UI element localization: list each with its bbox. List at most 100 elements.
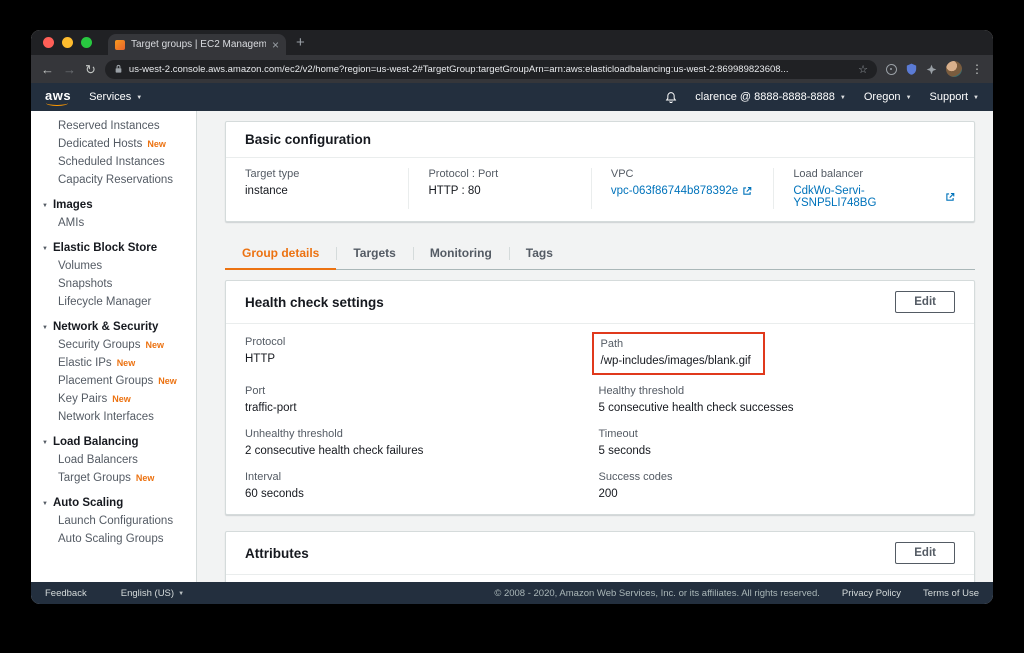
sidebar-item-label: Network Interfaces (58, 411, 154, 423)
field-label: Path (600, 338, 624, 350)
field-value: vpc-063f86744b878392e (611, 185, 754, 197)
field-label: Protocol (245, 336, 286, 348)
sidebar-item[interactable]: Volumes (31, 257, 196, 275)
section-caret-icon: ▼ (42, 325, 48, 331)
sidebar-item[interactable]: ▼ Auto Scaling (31, 494, 196, 512)
field-highlight-box: Success codes 200 (599, 471, 673, 500)
sidebar-item-label: Launch Configurations (58, 515, 174, 527)
external-link-icon[interactable] (945, 192, 955, 202)
account-menu[interactable]: clarence @ 8888-8888-8888 ▼ (695, 91, 846, 103)
basic-configuration-fields: Target type instance Protocol : Port HTT… (226, 158, 974, 221)
sidebar-item[interactable]: Launch Configurations (31, 512, 196, 530)
section-caret-icon: ▼ (42, 246, 48, 252)
terms-of-use-link[interactable]: Terms of Use (923, 588, 979, 599)
sidebar-item[interactable]: Auto Scaling Groups (31, 530, 196, 548)
sidebar-item-label: Auto Scaling (52, 497, 124, 509)
window-close-button[interactable] (43, 37, 54, 48)
new-tab-button[interactable]: + (296, 34, 305, 51)
sidebar-item[interactable]: Network Interfaces (31, 408, 196, 426)
sidebar-item[interactable]: Reserved Instances (31, 117, 196, 135)
field-value: instance (245, 185, 389, 197)
extension-icon-2[interactable] (926, 64, 937, 75)
sidebar-item[interactable]: AMIs (31, 214, 196, 232)
sidebar-item[interactable]: Load Balancers (31, 451, 196, 469)
sidebar-item-label: Elastic Block Store (52, 242, 158, 254)
back-icon[interactable]: ← (41, 63, 54, 76)
address-bar[interactable]: us-west-2.console.aws.amazon.com/ec2/v2/… (104, 59, 877, 79)
support-menu[interactable]: Support ▼ (930, 91, 979, 103)
sidebar-item-label: Auto Scaling Groups (58, 533, 164, 545)
edit-attributes-button[interactable]: Edit (895, 542, 955, 564)
tab[interactable]: Tags (508, 238, 570, 269)
window-fullscreen-button[interactable] (81, 37, 92, 48)
support-label: Support (929, 91, 969, 103)
field-label: Timeout (598, 428, 638, 440)
browser-menu-icon[interactable]: ⋮ (971, 63, 983, 75)
shield-extension-icon[interactable] (906, 63, 917, 75)
sidebar-item[interactable]: Security Groups New (31, 336, 196, 354)
sidebar-item[interactable]: ▼ Images (31, 196, 196, 214)
new-badge: New (158, 376, 177, 386)
field-value: 60 seconds (245, 488, 304, 500)
sidebar-item[interactable]: Capacity Reservations (31, 171, 196, 189)
basic-configuration-header: Basic configuration (226, 122, 974, 158)
tab[interactable]: Targets (336, 238, 412, 269)
health-check-field: Healthy threshold 5 consecutive health c… (599, 385, 956, 416)
tab-title: Target groups | EC2 Managem... (131, 39, 266, 50)
field-value-text[interactable]: CdkWo-Servi-YSNP5LI748BG (793, 185, 941, 209)
health-check-field: Timeout 5 seconds (599, 428, 956, 459)
new-badge: New (145, 340, 164, 350)
window-minimize-button[interactable] (62, 37, 73, 48)
language-selector[interactable]: English (US) ▼ (121, 588, 184, 599)
field-value: /wp-includes/images/blank.gif (600, 355, 751, 367)
section-caret-icon: ▼ (42, 501, 48, 507)
browser-tab-strip: Target groups | EC2 Managem... × + (31, 30, 993, 55)
profile-avatar[interactable] (946, 61, 962, 77)
caret-down-icon: ▼ (136, 94, 143, 101)
sidebar-item[interactable]: Placement Groups New (31, 372, 196, 390)
caret-down-icon: ▼ (973, 94, 979, 101)
sidebar-item[interactable]: ▼ Network & Security (31, 318, 196, 336)
sidebar-item[interactable]: ▼ Load Balancing (31, 433, 196, 451)
sidebar-item[interactable]: ▼ Elastic Block Store (31, 239, 196, 257)
tab-close-icon[interactable]: × (272, 39, 279, 51)
edit-health-check-button[interactable]: Edit (895, 291, 955, 313)
caret-down-icon: ▼ (839, 94, 846, 101)
sidebar-item-label: Security Groups (58, 339, 141, 351)
region-menu[interactable]: Oregon ▼ (864, 91, 912, 103)
field-value: 5 consecutive health check successes (598, 402, 794, 414)
sidebar-item-label: Load Balancing (52, 436, 139, 448)
sidebar-item[interactable]: Lifecycle Manager (31, 293, 196, 311)
sidebar-item[interactable]: Key Pairs New (31, 390, 196, 408)
forward-icon[interactable]: → (63, 63, 76, 76)
extension-icon[interactable] (886, 63, 897, 75)
attributes-title: Attributes (245, 545, 309, 561)
sidebar-item[interactable]: Elastic IPs New (31, 354, 196, 372)
field-value-text[interactable]: vpc-063f86744b878392e (611, 185, 738, 197)
account-label: clarence @ 8888-8888-8888 (695, 91, 835, 103)
feedback-button[interactable]: Feedback (45, 588, 87, 599)
browser-tab[interactable]: Target groups | EC2 Managem... × (108, 34, 286, 55)
tab[interactable]: Group details (225, 238, 337, 270)
field-highlight-box: Protocol HTTP (245, 336, 285, 365)
field-value: 5 seconds (598, 445, 651, 457)
new-badge: New (147, 139, 166, 149)
bookmark-star-icon[interactable]: ☆ (858, 63, 868, 76)
config-field: Target type instance (226, 168, 408, 209)
sidebar-item[interactable]: Snapshots (31, 275, 196, 293)
field-value: HTTP : 80 (428, 185, 571, 197)
health-check-field: Path /wp-includes/images/blank.gif (591, 332, 956, 375)
sidebar-item[interactable]: Target Groups New (31, 469, 196, 487)
services-menu[interactable]: Services ▼ (89, 91, 142, 103)
tab[interactable]: Monitoring (412, 238, 509, 269)
health-check-field: Unhealthy threshold 2 consecutive health… (245, 428, 585, 459)
sidebar-item[interactable]: Dedicated Hosts New (31, 135, 196, 153)
sidebar-item[interactable]: Scheduled Instances (31, 153, 196, 171)
notifications-bell-icon[interactable] (665, 91, 677, 104)
external-link-icon[interactable] (742, 186, 752, 196)
refresh-icon[interactable]: ↻ (85, 63, 96, 76)
url-text[interactable]: us-west-2.console.aws.amazon.com/ec2/v2/… (129, 64, 852, 75)
privacy-policy-link[interactable]: Privacy Policy (842, 588, 901, 599)
aws-logo[interactable]: aws (45, 88, 71, 106)
new-badge: New (135, 473, 155, 483)
